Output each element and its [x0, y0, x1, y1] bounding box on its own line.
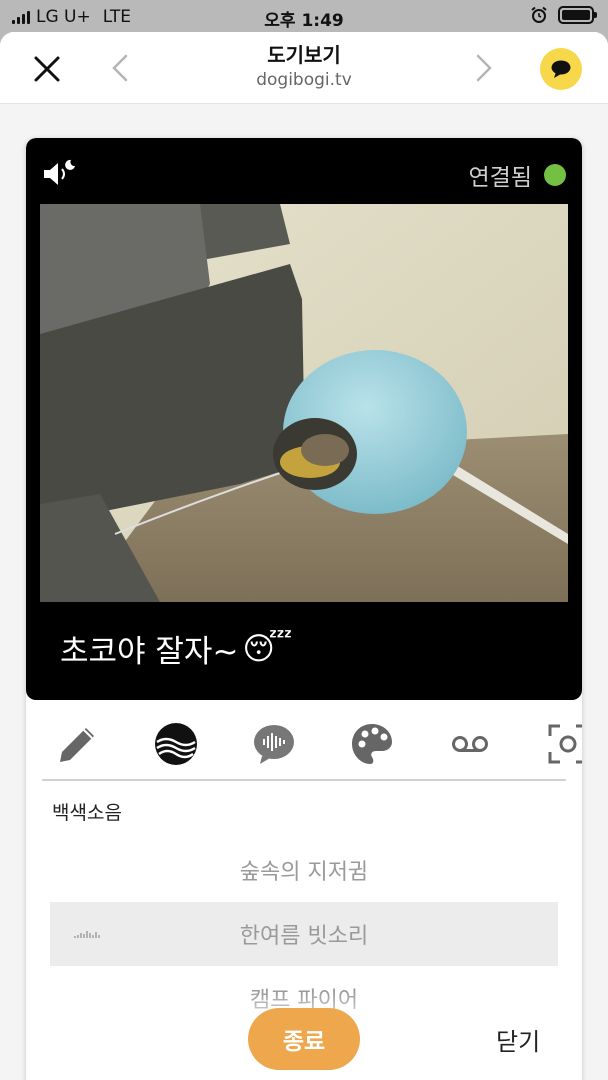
camera-card: 연결됨 초코야 잘자~ 😴 백색소음 숲속의 지저귐 한여름 빗소리 종료 닫기	[26, 138, 582, 1080]
alarm-icon	[531, 6, 547, 23]
nav-title-block: 도기보기 dogibogi.tv	[150, 42, 458, 92]
nav-bar: 도기보기 dogibogi.tv	[0, 32, 608, 104]
voice-message-icon	[254, 725, 294, 764]
camera-capture-icon	[548, 724, 582, 764]
stop-button[interactable]: 종료	[248, 1008, 360, 1070]
status-dot	[544, 164, 566, 186]
close-icon[interactable]	[30, 52, 64, 86]
tool-white-noise[interactable]	[152, 720, 200, 768]
close-button[interactable]: 닫기	[496, 1022, 540, 1057]
battery-icon	[558, 6, 597, 24]
voicemail-icon	[452, 736, 488, 752]
tool-capture[interactable]	[544, 720, 582, 768]
list-item-label: 한여름 빗소리	[239, 924, 369, 949]
status-right	[530, 6, 597, 24]
browser-sheet: 도기보기 dogibogi.tv 연결됨 초코야 잘자~ 😴 백색소음 숲속의 …	[0, 32, 608, 1080]
section-title: 백색소음	[52, 802, 122, 824]
list-item[interactable]: 숲속의 지저귐	[50, 838, 558, 902]
connection-label: 연결됨	[468, 165, 532, 191]
chevron-left-icon[interactable]	[108, 52, 132, 84]
speaker-sleep-icon[interactable]	[42, 158, 76, 188]
status-bar: LG U+ LTE 오후 1:49	[0, 0, 608, 34]
chevron-right-icon[interactable]	[472, 52, 496, 84]
tool-voice-message[interactable]	[250, 720, 298, 768]
tool-pencil[interactable]	[54, 720, 102, 768]
video-caption: 초코야 잘자~ 😴	[60, 626, 292, 671]
tool-row-divider	[42, 779, 566, 781]
caption-text: 초코야 잘자~	[60, 634, 239, 670]
status-time: 오후 1:49	[264, 11, 344, 31]
connection-status: 연결됨	[469, 158, 566, 192]
page-title: 도기보기	[267, 43, 341, 67]
video-player[interactable]: 연결됨 초코야 잘자~ 😴	[26, 138, 582, 700]
tool-row	[26, 710, 582, 780]
wave-icon	[155, 723, 197, 765]
audio-wave-icon	[74, 931, 100, 938]
chat-button[interactable]	[540, 48, 582, 90]
caption-emoji: 😴	[242, 630, 293, 667]
tool-voicemail[interactable]	[446, 720, 494, 768]
chat-bubble-icon	[551, 60, 571, 78]
tool-palette[interactable]	[348, 720, 396, 768]
palette-icon	[352, 724, 392, 764]
page-url: dogibogi.tv	[256, 70, 352, 90]
white-noise-list[interactable]: 숲속의 지저귐 한여름 빗소리 캠프 파이어	[50, 838, 558, 1032]
list-item-label: 숲속의 지저귐	[239, 860, 369, 885]
pencil-icon	[60, 728, 94, 762]
camera-scene	[40, 204, 568, 602]
camera-feed-image	[40, 204, 568, 602]
list-item-selected[interactable]: 한여름 빗소리	[50, 902, 558, 966]
